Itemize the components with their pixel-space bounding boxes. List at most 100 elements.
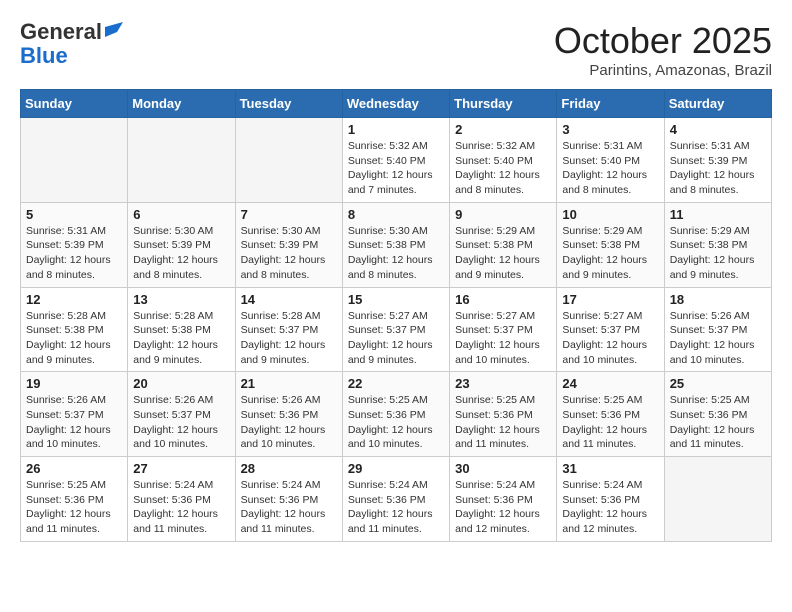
calendar-day-cell: 24Sunrise: 5:25 AMSunset: 5:36 PMDayligh… — [557, 372, 664, 457]
day-number: 16 — [455, 292, 551, 307]
weekday-header: Sunday — [21, 90, 128, 118]
day-number: 26 — [26, 461, 122, 476]
weekday-header: Thursday — [450, 90, 557, 118]
day-number: 13 — [133, 292, 229, 307]
weekday-header: Monday — [128, 90, 235, 118]
day-number: 12 — [26, 292, 122, 307]
day-info: Sunrise: 5:30 AMSunset: 5:39 PMDaylight:… — [241, 224, 337, 283]
day-info: Sunrise: 5:30 AMSunset: 5:39 PMDaylight:… — [133, 224, 229, 283]
calendar-day-cell: 11 Sunrise: 5:29 AMSunset: 5:38 PMDayligh… — [664, 202, 771, 287]
calendar-week-row: 19 Sunrise: 5:26 AMSunset: 5:37 PMDayligh… — [21, 372, 772, 457]
calendar-day-cell: 23 Sunrise: 5:25 AMSunset: 5:36 PMDayligh… — [450, 372, 557, 457]
day-info: Sunrise: 5:29 AMSunset: 5:38 PMDaylight:… — [455, 224, 551, 283]
day-number: 3 — [562, 122, 658, 137]
day-number: 7 — [241, 207, 337, 222]
day-info: Sunrise: 5:32 AMSunset: 5:40 PMDaylight:… — [455, 139, 551, 198]
calendar-day-cell: 18 Sunrise: 5:26 AMSunset: 5:37 PMDayligh… — [664, 287, 771, 372]
calendar-day-cell: 15 Sunrise: 5:27 AMSunset: 5:37 PMDayligh… — [342, 287, 449, 372]
calendar-table: SundayMondayTuesdayWednesdayThursdayFrid… — [20, 89, 772, 542]
calendar-day-cell: 1 Sunrise: 5:32 AMSunset: 5:40 PMDaylight… — [342, 118, 449, 203]
day-number: 5 — [26, 207, 122, 222]
day-info: Sunrise: 5:24 AMSunset: 5:36 PMDaylight:… — [455, 478, 551, 537]
calendar-day-cell — [235, 118, 342, 203]
day-info: Sunrise: 5:29 AMSunset: 5:38 PMDaylight:… — [562, 224, 658, 283]
calendar-day-cell: 6Sunrise: 5:30 AMSunset: 5:39 PMDaylight… — [128, 202, 235, 287]
day-info: Sunrise: 5:28 AMSunset: 5:38 PMDaylight:… — [133, 309, 229, 368]
day-info: Sunrise: 5:27 AMSunset: 5:37 PMDaylight:… — [348, 309, 444, 368]
day-number: 24 — [562, 376, 658, 391]
day-info: Sunrise: 5:27 AMSunset: 5:37 PMDaylight:… — [562, 309, 658, 368]
calendar-day-cell: 12 Sunrise: 5:28 AMSunset: 5:38 PMDayligh… — [21, 287, 128, 372]
day-info: Sunrise: 5:28 AMSunset: 5:37 PMDaylight:… — [241, 309, 337, 368]
logo-blue: Blue — [20, 44, 68, 68]
logo-bird-icon — [105, 22, 123, 42]
calendar-day-cell: 9Sunrise: 5:29 AMSunset: 5:38 PMDaylight… — [450, 202, 557, 287]
calendar-day-cell: 14Sunrise: 5:28 AMSunset: 5:37 PMDayligh… — [235, 287, 342, 372]
day-number: 27 — [133, 461, 229, 476]
day-number: 10 — [562, 207, 658, 222]
weekday-header: Wednesday — [342, 90, 449, 118]
calendar-week-row: 12 Sunrise: 5:28 AMSunset: 5:38 PMDayligh… — [21, 287, 772, 372]
day-number: 18 — [670, 292, 766, 307]
day-number: 15 — [348, 292, 444, 307]
day-info: Sunrise: 5:25 AMSunset: 5:36 PMDaylight:… — [455, 393, 551, 452]
weekday-header: Friday — [557, 90, 664, 118]
day-info: Sunrise: 5:25 AMSunset: 5:36 PMDaylight:… — [26, 478, 122, 537]
calendar-day-cell: 5 Sunrise: 5:31 AMSunset: 5:39 PMDaylight… — [21, 202, 128, 287]
day-info: Sunrise: 5:26 AMSunset: 5:36 PMDaylight:… — [241, 393, 337, 452]
calendar-day-cell: 4Sunrise: 5:31 AMSunset: 5:39 PMDaylight… — [664, 118, 771, 203]
weekday-header: Tuesday — [235, 90, 342, 118]
day-info: Sunrise: 5:28 AMSunset: 5:38 PMDaylight:… — [26, 309, 122, 368]
calendar-day-cell: 29Sunrise: 5:24 AMSunset: 5:36 PMDayligh… — [342, 457, 449, 542]
day-info: Sunrise: 5:25 AMSunset: 5:36 PMDaylight:… — [670, 393, 766, 452]
title-block: October 2025 Parintins, Amazonas, Brazil — [554, 20, 772, 79]
day-number: 28 — [241, 461, 337, 476]
logo: General Blue — [20, 20, 123, 68]
calendar-day-cell: 26 Sunrise: 5:25 AMSunset: 5:36 PMDayligh… — [21, 457, 128, 542]
day-number: 8 — [348, 207, 444, 222]
calendar-day-cell: 21 Sunrise: 5:26 AMSunset: 5:36 PMDayligh… — [235, 372, 342, 457]
day-info: Sunrise: 5:24 AMSunset: 5:36 PMDaylight:… — [562, 478, 658, 537]
calendar-day-cell: 17 Sunrise: 5:27 AMSunset: 5:37 PMDayligh… — [557, 287, 664, 372]
day-number: 21 — [241, 376, 337, 391]
page-header: General Blue October 2025 Parintins, Ama… — [20, 20, 772, 79]
calendar-day-cell: 19Sunrise: 5:26 AMSunset: 5:37 PMDayligh… — [21, 372, 128, 457]
day-number: 11 — [670, 207, 766, 222]
calendar-day-cell: 2 Sunrise: 5:32 AMSunset: 5:40 PMDaylight… — [450, 118, 557, 203]
day-number: 23 — [455, 376, 551, 391]
day-number: 17 — [562, 292, 658, 307]
month-title: October 2025 — [554, 20, 772, 62]
calendar-day-cell — [21, 118, 128, 203]
day-info: Sunrise: 5:24 AMSunset: 5:36 PMDaylight:… — [133, 478, 229, 537]
calendar-day-cell: 31Sunrise: 5:24 AMSunset: 5:36 PMDayligh… — [557, 457, 664, 542]
calendar-header-row: SundayMondayTuesdayWednesdayThursdayFrid… — [21, 90, 772, 118]
day-info: Sunrise: 5:31 AMSunset: 5:39 PMDaylight:… — [26, 224, 122, 283]
day-info: Sunrise: 5:30 AMSunset: 5:38 PMDaylight:… — [348, 224, 444, 283]
day-info: Sunrise: 5:25 AMSunset: 5:36 PMDaylight:… — [348, 393, 444, 452]
calendar-day-cell: 7 Sunrise: 5:30 AMSunset: 5:39 PMDaylight… — [235, 202, 342, 287]
calendar-day-cell: 13 Sunrise: 5:28 AMSunset: 5:38 PMDayligh… — [128, 287, 235, 372]
calendar-day-cell: 25Sunrise: 5:25 AMSunset: 5:36 PMDayligh… — [664, 372, 771, 457]
logo-general: General — [20, 20, 102, 44]
day-number: 1 — [348, 122, 444, 137]
day-info: Sunrise: 5:26 AMSunset: 5:37 PMDaylight:… — [133, 393, 229, 452]
day-info: Sunrise: 5:26 AMSunset: 5:37 PMDaylight:… — [670, 309, 766, 368]
weekday-header: Saturday — [664, 90, 771, 118]
calendar-day-cell — [664, 457, 771, 542]
calendar-week-row: 1 Sunrise: 5:32 AMSunset: 5:40 PMDaylight… — [21, 118, 772, 203]
calendar-day-cell: 27 Sunrise: 5:24 AMSunset: 5:36 PMDayligh… — [128, 457, 235, 542]
day-info: Sunrise: 5:27 AMSunset: 5:37 PMDaylight:… — [455, 309, 551, 368]
calendar-day-cell: 16 Sunrise: 5:27 AMSunset: 5:37 PMDayligh… — [450, 287, 557, 372]
day-info: Sunrise: 5:24 AMSunset: 5:36 PMDaylight:… — [241, 478, 337, 537]
calendar-day-cell: 22Sunrise: 5:25 AMSunset: 5:36 PMDayligh… — [342, 372, 449, 457]
day-info: Sunrise: 5:32 AMSunset: 5:40 PMDaylight:… — [348, 139, 444, 198]
calendar-week-row: 5 Sunrise: 5:31 AMSunset: 5:39 PMDaylight… — [21, 202, 772, 287]
day-number: 19 — [26, 376, 122, 391]
location: Parintins, Amazonas, Brazil — [554, 62, 772, 79]
day-number: 30 — [455, 461, 551, 476]
calendar-day-cell: 3 Sunrise: 5:31 AMSunset: 5:40 PMDaylight… — [557, 118, 664, 203]
day-info: Sunrise: 5:31 AMSunset: 5:40 PMDaylight:… — [562, 139, 658, 198]
day-number: 2 — [455, 122, 551, 137]
calendar-week-row: 26 Sunrise: 5:25 AMSunset: 5:36 PMDayligh… — [21, 457, 772, 542]
day-info: Sunrise: 5:29 AMSunset: 5:38 PMDaylight:… — [670, 224, 766, 283]
